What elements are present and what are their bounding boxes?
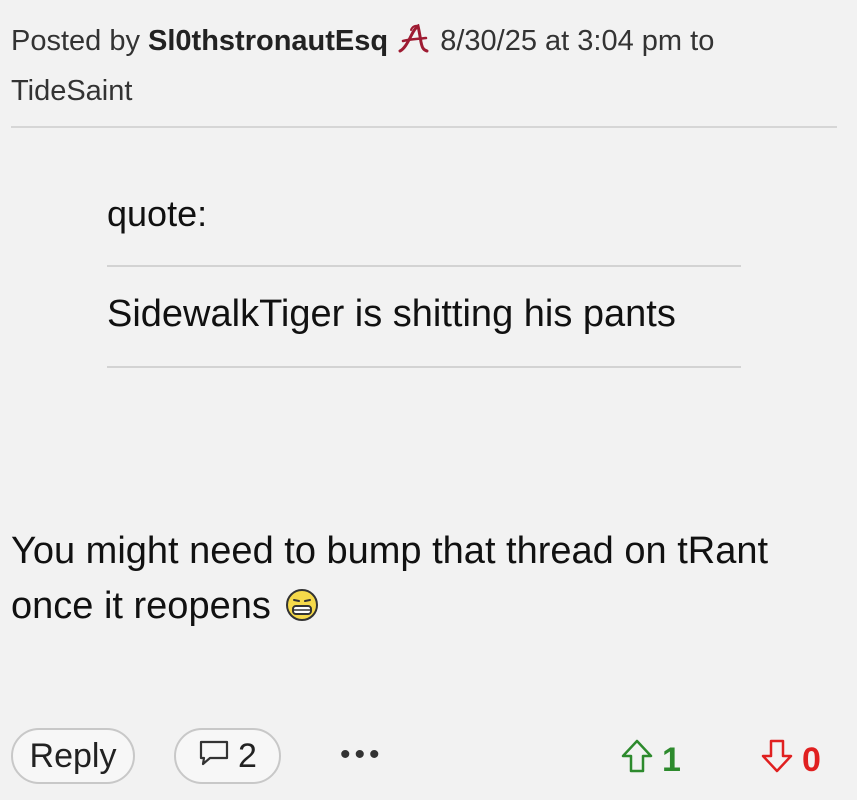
posted-by-label: Posted by <box>11 25 149 57</box>
up-arrow-icon <box>620 738 654 783</box>
upvote-button[interactable]: 1 <box>620 738 681 783</box>
upvote-count: 1 <box>662 741 681 779</box>
grimacing-face-icon <box>285 583 319 638</box>
recipient-link[interactable]: TideSaint <box>11 75 132 107</box>
down-arrow-icon <box>760 738 794 783</box>
post-timestamp: 8/30/25 at 3:04 pm to <box>432 25 715 57</box>
quote-label: quote: <box>107 193 208 234</box>
post-body-text: You might need to bump that thread on tR… <box>11 530 769 627</box>
quote-text: SidewalkTiger is shitting his pants <box>107 293 676 335</box>
post-body: You might need to bump that thread on tR… <box>11 524 841 638</box>
downvote-button[interactable]: 0 <box>760 738 821 783</box>
more-options-button[interactable]: ••• <box>340 740 384 770</box>
alabama-a-icon <box>398 22 430 68</box>
quote-bottom-rule <box>107 366 741 368</box>
comment-count: 2 <box>238 736 257 775</box>
header-divider <box>11 126 837 128</box>
downvote-count: 0 <box>802 741 821 779</box>
author-link[interactable]: Sl0thstronautEsq <box>148 25 388 57</box>
comments-button[interactable]: 2 <box>174 728 281 784</box>
comment-bubble-icon <box>198 737 230 776</box>
reply-button[interactable]: Reply <box>11 728 135 784</box>
post-header: Posted by Sl0thstronautEsq 8/30/25 at 3:… <box>11 18 831 114</box>
quote-top-rule <box>107 265 741 267</box>
reply-label: Reply <box>29 736 117 775</box>
